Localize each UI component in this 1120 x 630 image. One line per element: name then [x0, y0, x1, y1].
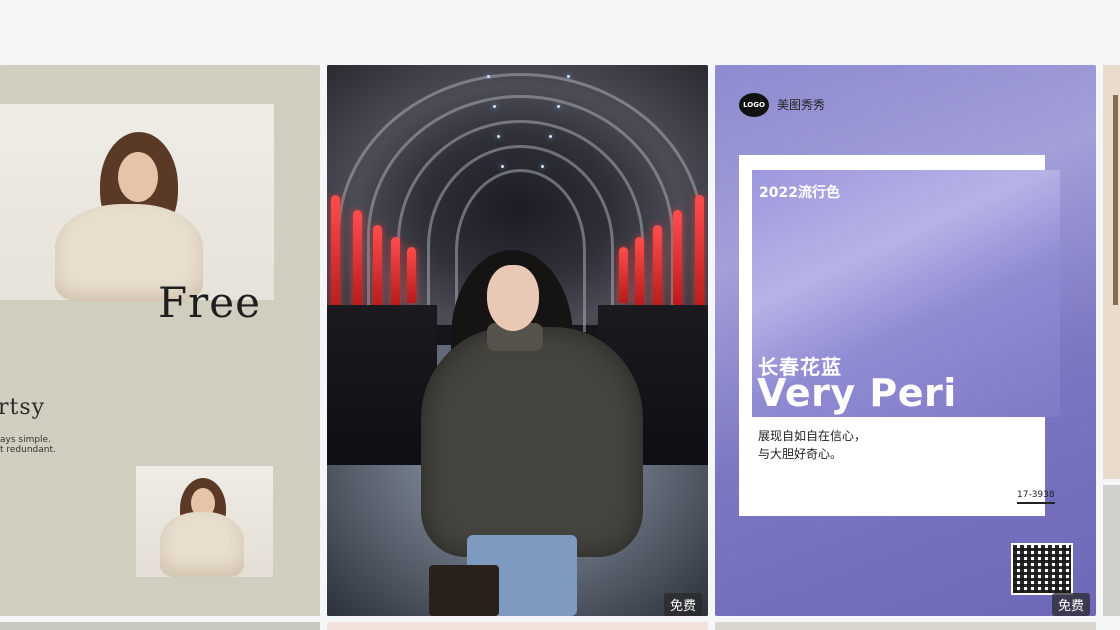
model-face	[487, 265, 539, 331]
template-card-partial-right[interactable]	[1103, 65, 1120, 479]
template-card-very-peri[interactable]: LOGO 美图秀秀 2022流行色 长春花蓝 Very Peri 展现自如自在信…	[715, 65, 1096, 616]
model-sweater	[421, 327, 643, 557]
qr-code-icon	[1011, 543, 1073, 595]
top-bar	[0, 0, 1120, 64]
card-subtitle: rtsy	[0, 395, 46, 420]
color-code-underline	[1017, 502, 1055, 504]
color-name-en: Very Peri	[757, 371, 957, 415]
brand-logo: LOGO	[739, 93, 769, 117]
template-card-free[interactable]: Free rtsy ays simple. t redundant.	[0, 65, 320, 616]
card-title: Free	[158, 278, 261, 327]
template-card-bottom-2[interactable]	[327, 622, 708, 630]
brand-name: 美图秀秀	[777, 98, 826, 112]
tagline-line-2: t redundant.	[0, 445, 56, 455]
free-badge: 免费	[1051, 593, 1090, 616]
tagline-line-1: ays simple.	[0, 435, 51, 445]
year-label: 2022流行色	[759, 185, 840, 201]
free-badge: 免费	[663, 593, 702, 616]
template-card-runway[interactable]: 免费	[327, 65, 708, 616]
description-line-1: 展现自如自在信心，	[758, 429, 867, 443]
description-line-2: 与大胆好奇心。	[758, 447, 843, 461]
model-photo-small	[136, 466, 273, 577]
template-card-bottom-1[interactable]	[0, 622, 320, 630]
template-card-bottom-3[interactable]	[715, 622, 1096, 630]
model-photo-large	[0, 104, 274, 302]
model-bag	[429, 565, 499, 616]
template-card-partial-right-lower[interactable]	[1103, 485, 1120, 616]
color-code: 17-3938	[1017, 490, 1055, 500]
card-edge-detail	[1113, 95, 1118, 305]
